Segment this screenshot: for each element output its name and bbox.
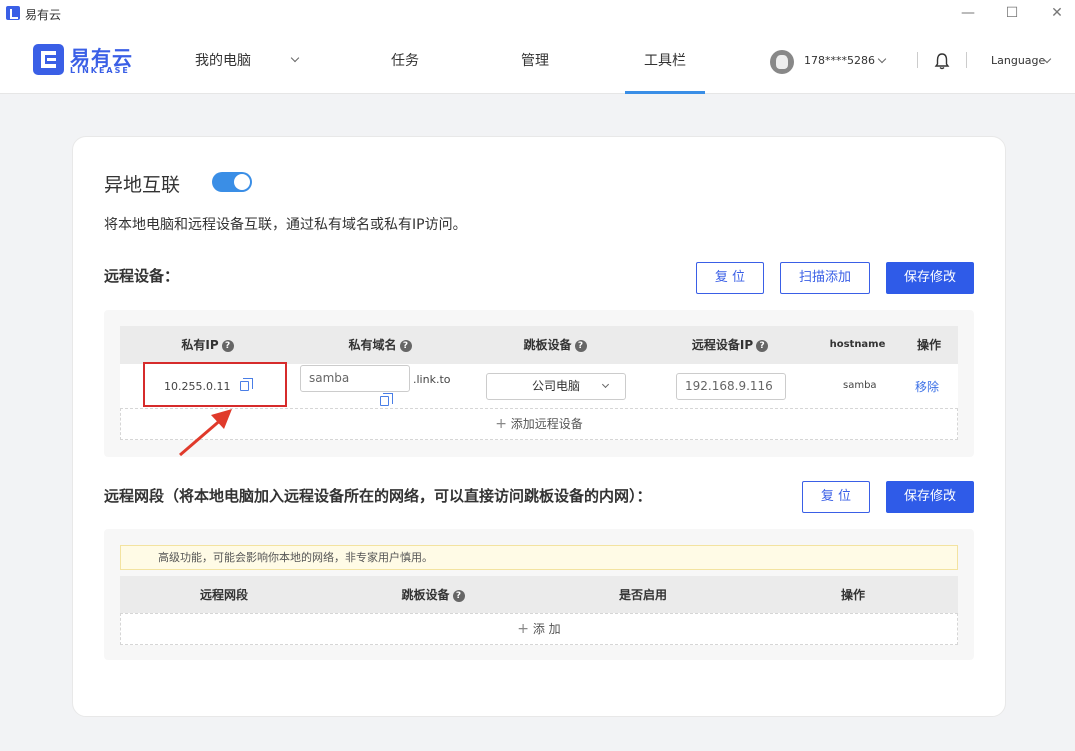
column-header: 远程网段 <box>199 588 248 602</box>
plus-icon: + <box>495 416 507 432</box>
avatar[interactable] <box>770 50 794 74</box>
remote-subnets-title: 远程网段（将本地电脑加入远程设备所在的网络，可以直接访问跳板设备的内网）： <box>104 487 652 505</box>
jump-device-value: 公司电脑 <box>531 379 580 393</box>
column-header: 私有IP? <box>120 326 295 364</box>
nav-manage[interactable]: 管理 <box>500 28 570 94</box>
close-button[interactable]: ✕ <box>1047 4 1067 22</box>
plus-icon: + <box>517 621 530 637</box>
copy-icon[interactable] <box>380 393 393 406</box>
add-subnet-button[interactable]: + 添 加 <box>120 613 958 645</box>
domain-suffix: .link.to <box>413 373 451 386</box>
chevron-down-icon[interactable] <box>877 54 887 64</box>
help-icon[interactable]: ? <box>574 339 587 352</box>
section-description: 将本地电脑和远程设备互联，通过私有域名或私有IP访问。 <box>104 217 467 233</box>
chevron-down-icon <box>290 53 300 63</box>
jump-device-select[interactable]: 公司电脑 <box>486 373 626 400</box>
app-header: 易有云 LINKEASE 我的电脑 任务 管理 工具栏 178****5286 … <box>0 28 1075 94</box>
user-phone[interactable]: 178****5286 <box>804 54 875 67</box>
help-icon[interactable]: ? <box>452 589 465 602</box>
nav-tasks[interactable]: 任务 <box>370 28 440 94</box>
add-remote-device-button[interactable]: + 添加远程设备 <box>120 408 958 440</box>
remote-devices-title: 远程设备： <box>104 267 180 285</box>
chevron-down-icon <box>601 380 610 389</box>
column-header: 跳板设备? <box>328 576 538 614</box>
column-header: 私有域名? <box>295 326 465 364</box>
remote-ip-input[interactable]: 192.168.9.116 <box>676 373 786 400</box>
language-selector[interactable]: Language <box>991 54 1045 67</box>
remote-subnets-table-header: 远程网段 跳板设备? 是否启用 操作 <box>120 576 958 614</box>
highlight-box <box>143 362 287 407</box>
reset-button[interactable]: 复 位 <box>696 262 764 294</box>
subnet-save-button[interactable]: 保存修改 <box>886 481 974 513</box>
remove-link[interactable]: 移除 <box>915 378 939 395</box>
minimize-button[interactable]: — <box>958 4 978 22</box>
domain-input[interactable]: samba <box>300 365 410 392</box>
bell-icon[interactable] <box>934 52 950 70</box>
column-header: 操作 <box>840 588 865 602</box>
nav-my-pc-label: 我的电脑 <box>195 53 251 69</box>
hostname-value: samba <box>843 380 877 391</box>
warning-banner: 高级功能，可能会影响你本地的网络，非专家用户慎用。 <box>120 545 958 570</box>
app-logo-icon <box>6 6 20 20</box>
scan-add-button[interactable]: 扫描添加 <box>780 262 870 294</box>
subnet-reset-button[interactable]: 复 位 <box>802 481 870 513</box>
column-header: 跳板设备? <box>465 326 645 364</box>
column-header: 远程设备IP? <box>645 326 815 364</box>
help-icon[interactable]: ? <box>756 339 769 352</box>
brand-subtitle: LINKEASE <box>70 66 130 75</box>
column-header: hostname <box>829 339 886 350</box>
help-icon[interactable]: ? <box>399 339 412 352</box>
save-button[interactable]: 保存修改 <box>886 262 974 294</box>
remote-interconnect-toggle[interactable] <box>212 172 252 192</box>
column-header: 是否启用 <box>618 588 667 602</box>
help-icon[interactable]: ? <box>221 339 234 352</box>
section-title: 异地互联 <box>104 174 181 196</box>
maximize-button[interactable]: ☐ <box>1002 4 1022 22</box>
nav-my-pc[interactable]: 我的电脑 <box>170 28 320 94</box>
window-title: 易有云 <box>25 8 62 22</box>
divider <box>966 52 967 68</box>
brand-logo-icon <box>33 44 64 75</box>
arrow-annotation-icon <box>179 409 232 457</box>
divider <box>917 52 918 68</box>
remote-devices-table-header: 私有IP? 私有域名? 跳板设备? 远程设备IP? hostname 操作 <box>120 326 958 364</box>
title-bar: 易有云 — ☐ ✕ <box>0 0 1075 28</box>
column-header: 操作 <box>916 338 941 352</box>
nav-toolbar[interactable]: 工具栏 <box>625 28 705 94</box>
